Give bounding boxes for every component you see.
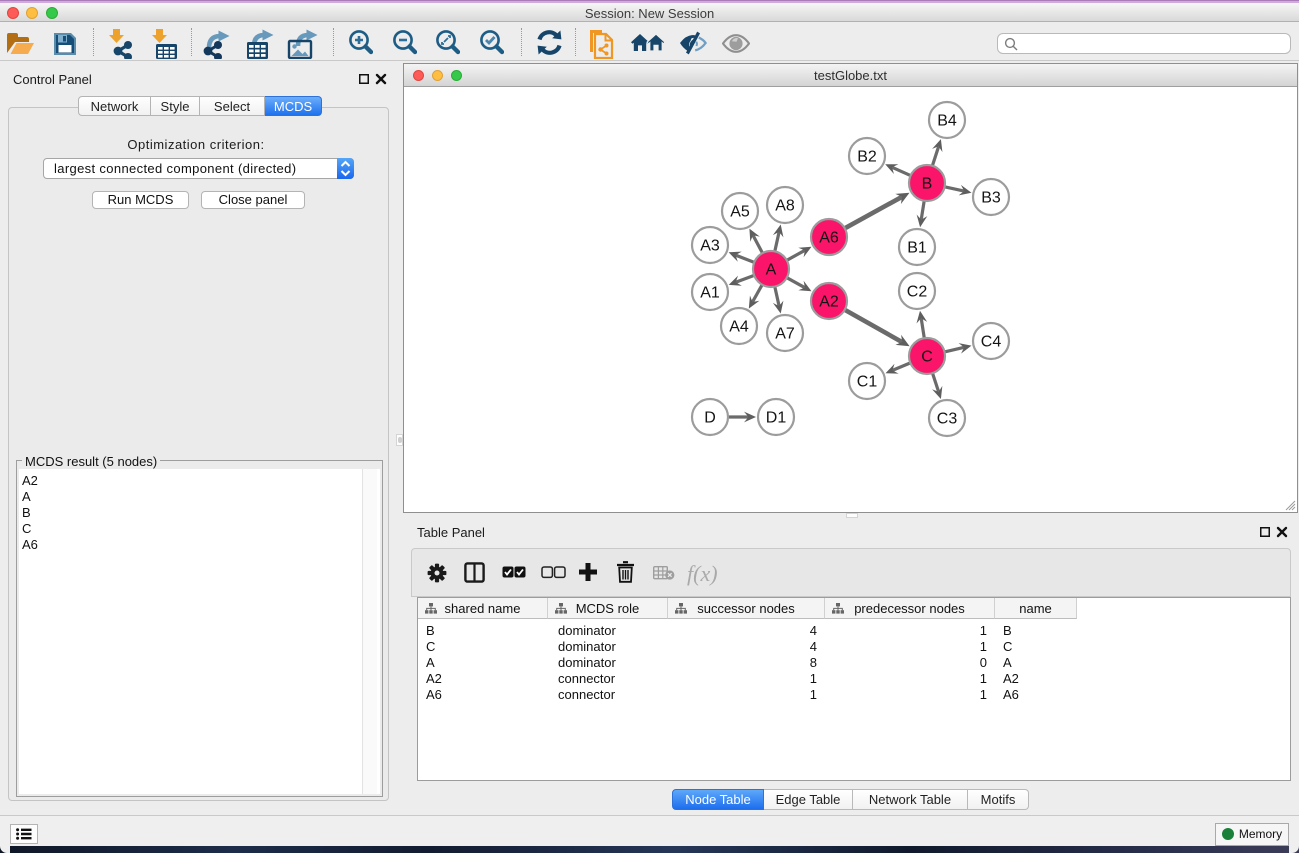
svg-text:A2: A2 [819,294,839,311]
svg-text:B4: B4 [937,113,957,130]
svg-text:B: B [922,176,933,193]
svg-text:C: C [921,349,933,366]
svg-text:A: A [766,262,777,279]
svg-text:A6: A6 [819,230,839,247]
svg-text:A5: A5 [730,204,750,221]
svg-text:B1: B1 [907,240,927,257]
svg-text:B2: B2 [857,149,877,166]
svg-text:A3: A3 [700,238,720,255]
svg-text:C1: C1 [857,374,878,391]
svg-text:C3: C3 [937,411,958,428]
svg-text:C2: C2 [907,284,928,301]
svg-text:A7: A7 [775,326,795,343]
svg-text:A4: A4 [729,319,749,336]
svg-text:C4: C4 [981,334,1002,351]
svg-text:D1: D1 [766,410,787,427]
svg-text:A1: A1 [700,285,720,302]
svg-text:B3: B3 [981,190,1001,207]
svg-text:A8: A8 [775,198,795,215]
svg-text:D: D [704,410,716,427]
